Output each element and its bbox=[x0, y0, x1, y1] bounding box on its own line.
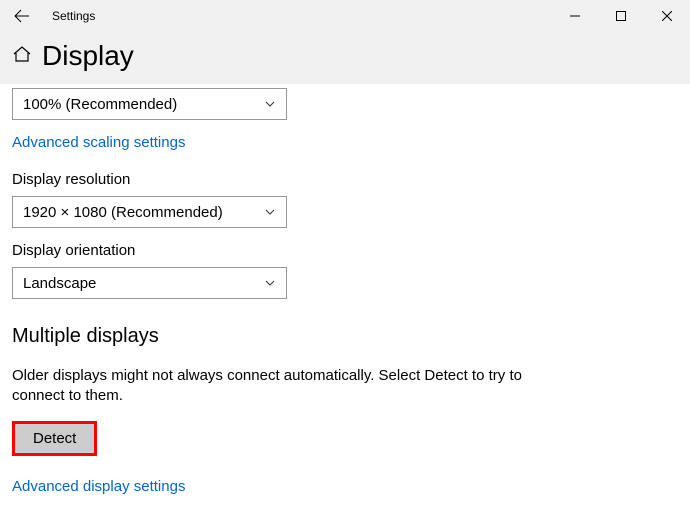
chevron-down-icon bbox=[264, 98, 276, 110]
maximize-icon bbox=[616, 11, 626, 21]
chevron-down-icon bbox=[264, 277, 276, 289]
content-area: 100% (Recommended) Advanced scaling sett… bbox=[0, 84, 690, 508]
scale-dropdown[interactable]: 100% (Recommended) bbox=[12, 88, 287, 120]
arrow-left-icon bbox=[14, 8, 30, 24]
window-controls bbox=[552, 0, 690, 32]
orientation-dropdown[interactable]: Landscape bbox=[12, 267, 287, 299]
home-icon[interactable] bbox=[12, 44, 32, 69]
advanced-display-link[interactable]: Advanced display settings bbox=[12, 478, 185, 495]
minimize-icon bbox=[570, 11, 580, 21]
minimize-button[interactable] bbox=[552, 0, 598, 32]
close-button[interactable] bbox=[644, 0, 690, 32]
resolution-label: Display resolution bbox=[12, 171, 678, 188]
detect-button[interactable]: Detect bbox=[12, 421, 97, 456]
maximize-button[interactable] bbox=[598, 0, 644, 32]
multiple-displays-help: Older displays might not always connect … bbox=[12, 366, 572, 407]
advanced-scaling-link[interactable]: Advanced scaling settings bbox=[12, 134, 185, 151]
multiple-displays-heading: Multiple displays bbox=[12, 325, 678, 348]
resolution-selected: 1920 × 1080 (Recommended) bbox=[23, 204, 223, 221]
app-title: Settings bbox=[44, 9, 552, 23]
scale-selected: 100% (Recommended) bbox=[23, 96, 177, 113]
orientation-selected: Landscape bbox=[23, 275, 96, 292]
close-icon bbox=[662, 11, 672, 21]
orientation-label: Display orientation bbox=[12, 242, 678, 259]
chevron-down-icon bbox=[264, 206, 276, 218]
back-button[interactable] bbox=[0, 0, 44, 32]
titlebar: Settings bbox=[0, 0, 690, 32]
page-header: Display bbox=[0, 32, 690, 84]
page-title: Display bbox=[42, 40, 134, 72]
resolution-dropdown[interactable]: 1920 × 1080 (Recommended) bbox=[12, 196, 287, 228]
